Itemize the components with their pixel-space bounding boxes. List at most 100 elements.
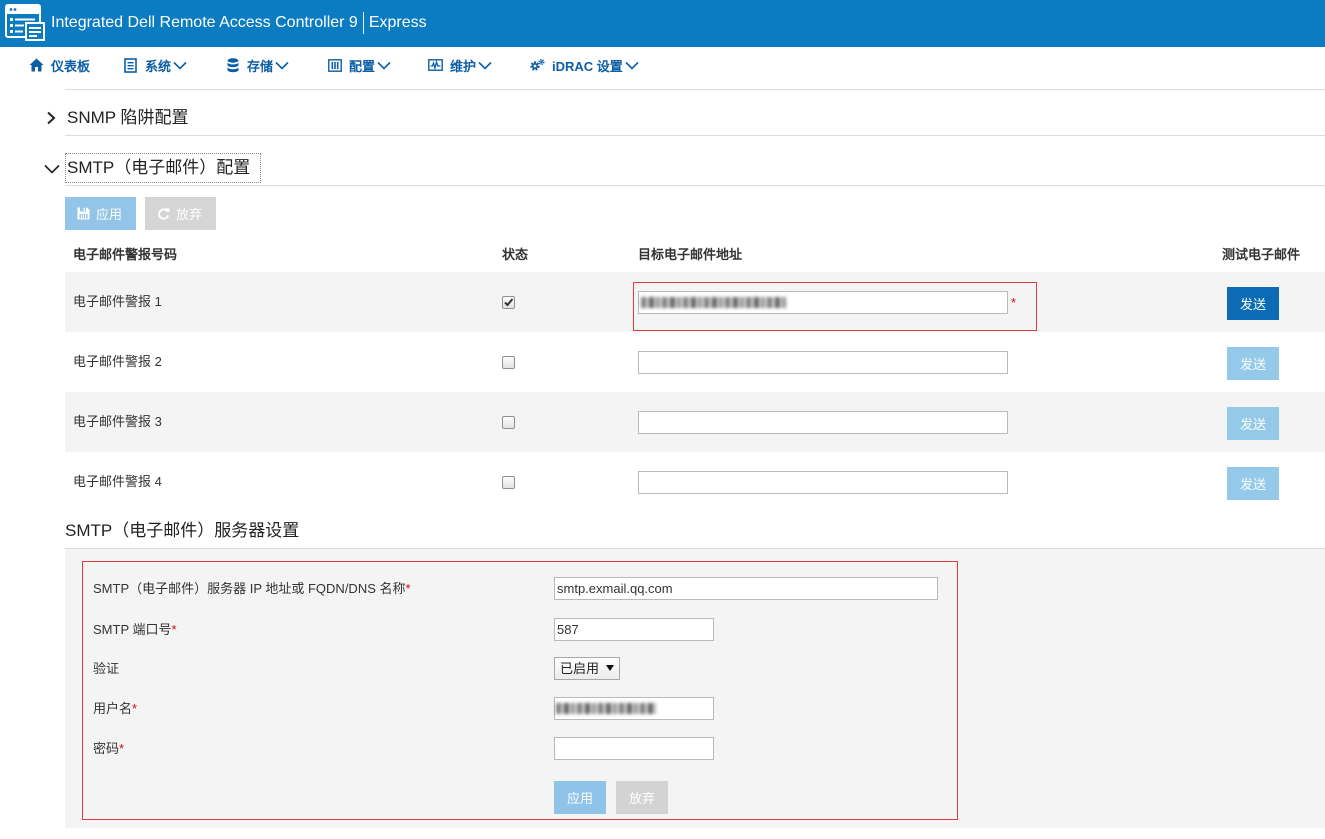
send-test-email-button[interactable]: 发送 — [1227, 467, 1279, 500]
discard-button[interactable]: 放弃 — [145, 197, 216, 230]
column-header-state: 状态 — [502, 247, 529, 262]
redacted-value — [641, 297, 787, 308]
nav-idrac-settings[interactable]: iDRAC 设置 — [530, 47, 639, 83]
idrac-server-icon — [4, 3, 46, 43]
table-row: 电子邮件警报 2 发送 — [65, 332, 1325, 392]
destination-email-input[interactable] — [638, 471, 1008, 494]
table-row: 电子邮件警报 3 发送 — [65, 392, 1325, 452]
chevron-down-icon — [478, 61, 492, 70]
server-address-input[interactable] — [554, 577, 938, 600]
app-title: Integrated Dell Remote Access Controller… — [51, 12, 427, 34]
nav-dashboard-label: 仪表板 — [51, 58, 91, 74]
email-alerts-table: 电子邮件警报号码 状态 目标电子邮件地址 测试电子邮件 电子邮件警报 1 * 发… — [65, 237, 1325, 512]
snmp-section-title[interactable]: SNMP 陷阱配置 — [67, 106, 189, 130]
chevron-down-icon — [625, 61, 639, 70]
destination-email-field[interactable] — [638, 471, 1008, 494]
nav-storage[interactable]: 存储 — [225, 47, 289, 83]
smtp-section-title: SMTP（电子邮件）配置 — [67, 158, 251, 177]
server-discard-button[interactable]: 放弃 — [616, 781, 668, 814]
nav-maintenance-label: 维护 — [450, 58, 477, 74]
alert-enabled-checkbox[interactable] — [502, 476, 515, 489]
chevron-down-icon — [275, 61, 289, 70]
nav-dashboard[interactable]: 仪表板 — [29, 47, 90, 83]
main-nav: 仪表板 系统 存储 配置 维护 iDRAC 设置 — [0, 47, 1325, 83]
smtp-port-input[interactable] — [554, 618, 714, 641]
server-address-label-text: SMTP（电子邮件）服务器 IP 地址或 FQDN/DNS 名称 — [93, 581, 406, 596]
nav-system-label: 系统 — [145, 58, 172, 74]
idrac-page: Integrated Dell Remote Access Controller… — [0, 0, 1325, 839]
destination-email-input[interactable] — [638, 351, 1008, 374]
nav-configuration[interactable]: 配置 — [327, 47, 391, 83]
alert-enabled-checkbox[interactable] — [502, 296, 515, 309]
alert-enabled-checkbox[interactable] — [502, 416, 515, 429]
system-icon — [123, 57, 138, 73]
storage-icon — [225, 57, 240, 73]
configuration-icon — [327, 58, 342, 73]
server-address-label: SMTP（电子邮件）服务器 IP 地址或 FQDN/DNS 名称* — [93, 577, 411, 600]
required-mark: * — [405, 581, 411, 596]
alert-name: 电子邮件警报 1 — [73, 294, 162, 309]
destination-email-field[interactable] — [638, 351, 1008, 374]
server-settings-title: SMTP（电子邮件）服务器设置 — [65, 521, 300, 540]
apply-button[interactable]: 应用 — [65, 197, 136, 230]
column-header-test-email: 测试电子邮件 — [1222, 247, 1301, 262]
title-divider — [362, 12, 364, 34]
password-input[interactable] — [554, 737, 714, 760]
alert-enabled-checkbox[interactable] — [502, 356, 515, 369]
password-label-text: 密码 — [93, 741, 120, 756]
refresh-icon — [157, 207, 170, 221]
server-apply-button[interactable]: 应用 — [554, 781, 606, 814]
table-row: 电子邮件警报 1 * 发送 — [65, 272, 1325, 332]
home-icon — [29, 58, 44, 73]
nav-configuration-label: 配置 — [349, 58, 376, 74]
chevron-down-icon — [377, 61, 391, 70]
authentication-select-value: 已启用 — [560, 661, 600, 676]
destination-email-field[interactable] — [638, 411, 1008, 434]
nav-system[interactable]: 系统 — [123, 47, 187, 83]
smtp-port-label: SMTP 端口号* — [93, 618, 177, 641]
table-row: 电子邮件警报 4 发送 — [65, 452, 1325, 512]
send-test-email-button[interactable]: 发送 — [1227, 347, 1279, 380]
destination-email-input[interactable] — [638, 411, 1008, 434]
divider — [65, 185, 1325, 186]
nav-idrac-settings-label: iDRAC 设置 — [552, 58, 623, 74]
alert-name: 电子邮件警报 3 — [73, 414, 162, 429]
username-field[interactable] — [554, 697, 714, 720]
nav-maintenance[interactable]: 维护 — [428, 47, 492, 83]
chevron-down-icon — [173, 61, 187, 70]
chevron-right-icon[interactable] — [46, 111, 56, 125]
checkmark-icon — [504, 298, 514, 307]
chevron-down-icon[interactable] — [44, 164, 60, 174]
column-header-alert-number: 电子邮件警报号码 — [73, 247, 178, 262]
discard-button-label: 放弃 — [176, 207, 203, 222]
apply-button-label: 应用 — [96, 207, 123, 222]
send-test-email-button[interactable]: 发送 — [1227, 287, 1279, 320]
destination-email-field[interactable] — [638, 291, 1008, 314]
divider — [65, 89, 1325, 90]
alert-name: 电子邮件警报 2 — [73, 354, 162, 369]
app-title-text: Integrated Dell Remote Access Controller… — [51, 14, 358, 31]
required-mark: * — [119, 741, 125, 756]
divider — [65, 135, 1325, 136]
idrac-settings-icon — [530, 58, 545, 73]
smtp-port-label-text: SMTP 端口号 — [93, 622, 172, 637]
dropdown-arrow-icon — [606, 665, 614, 671]
app-header: Integrated Dell Remote Access Controller… — [0, 0, 1325, 47]
authentication-label: 验证 — [93, 661, 120, 676]
app-edition: Express — [368, 14, 427, 31]
username-label: 用户名* — [93, 697, 137, 720]
column-header-destination: 目标电子邮件地址 — [638, 247, 743, 262]
password-label: 密码* — [93, 737, 124, 760]
smtp-section-title-focus[interactable]: SMTP（电子邮件）配置 — [65, 153, 261, 183]
authentication-select[interactable]: 已启用 — [554, 657, 620, 680]
send-test-email-button[interactable]: 发送 — [1227, 407, 1279, 440]
save-icon — [77, 207, 90, 221]
required-mark: * — [132, 701, 138, 716]
redacted-value — [556, 703, 656, 714]
required-mark: * — [171, 622, 177, 637]
username-label-text: 用户名 — [93, 701, 133, 716]
required-mark: * — [1011, 295, 1017, 310]
nav-storage-label: 存储 — [247, 58, 274, 74]
maintenance-icon — [428, 58, 443, 73]
table-header: 电子邮件警报号码 状态 目标电子邮件地址 测试电子邮件 — [65, 237, 1325, 272]
